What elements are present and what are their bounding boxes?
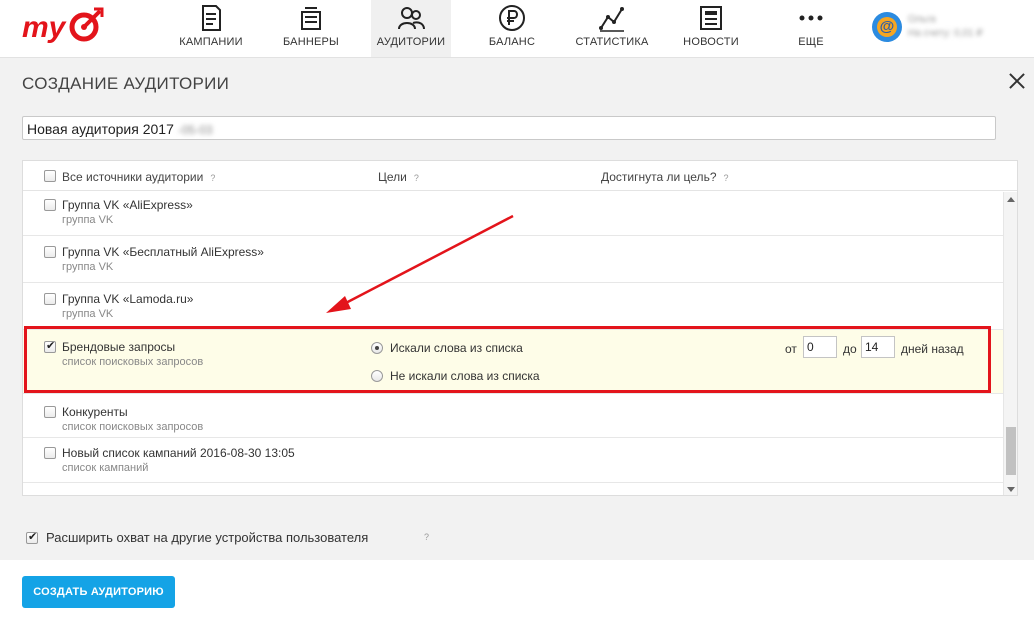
audience-name-suffix: -05-03: [177, 123, 213, 137]
period-suffix: дней назад: [901, 342, 964, 356]
audience-sources-table: Все источники аудитории? Цели? Достигнут…: [22, 160, 1018, 496]
audience-name-value: Новая аудитория 2017: [27, 121, 174, 137]
campaigns-icon: [202, 5, 221, 31]
header-goals: Цели?: [378, 170, 419, 184]
nav-label: БАННЕРЫ: [282, 36, 339, 48]
table-header: Все источники аудитории? Цели? Достигнут…: [23, 161, 1017, 191]
radio-searched-label: Искали слова из списка: [390, 341, 523, 355]
row-title: Группа VK «Lamoda.ru»: [62, 292, 194, 306]
nav-audiences[interactable]: АУДИТОРИИ: [371, 0, 451, 57]
row-title: Группа VK «Бесплатный AliExpress»: [62, 245, 264, 259]
audiences-icon: [398, 7, 425, 30]
row-title: Конкуренты: [62, 405, 128, 419]
help-icon[interactable]: ?: [210, 173, 215, 183]
top-navigation: my КАМПАНИИ БАННЕРЫ АУДИТОРИИ БАЛАНС СТА…: [0, 0, 1034, 58]
help-icon[interactable]: ?: [424, 532, 429, 542]
table-row[interactable]: Конкуренты список поисковых запросов: [23, 394, 1003, 438]
scroll-thumb[interactable]: [1006, 427, 1016, 475]
nav-label: НОВОСТИ: [683, 36, 739, 48]
table-row[interactable]: Группа VK «Lamoda.ru» группа VK: [23, 283, 1003, 330]
row-subtitle: группа VK: [62, 308, 114, 320]
row-title: Брендовые запросы: [62, 340, 176, 354]
scroll-up-icon[interactable]: [1007, 197, 1015, 202]
nav-label: СТАТИСТИКА: [575, 36, 649, 48]
header-goal-reached: Достигнута ли цель??: [601, 170, 729, 184]
row-checkbox[interactable]: [44, 406, 56, 418]
nav-label: КАМПАНИИ: [179, 36, 243, 48]
nav-label: ЕЩЕ: [798, 36, 824, 48]
table-body: Группа VK «AliExpress» группа VK Группа …: [23, 192, 1003, 495]
nav-banners[interactable]: БАННЕРЫ: [275, 0, 347, 57]
ruble-icon: [499, 5, 525, 31]
expand-devices-checkbox[interactable]: [26, 530, 38, 544]
expand-devices-label: Расширить охват на другие устройства пол…: [46, 530, 369, 545]
svg-text:my: my: [22, 11, 67, 44]
row-subtitle: группа VK: [62, 214, 114, 226]
row-subtitle: список поисковых запросов: [62, 356, 204, 368]
audience-name-input[interactable]: Новая аудитория 2017 -05-03: [22, 116, 996, 140]
table-row[interactable]: Новый список кампаний 2016-08-30 13:05 с…: [23, 438, 1003, 483]
row-subtitle: список поисковых запросов: [62, 421, 204, 433]
row-checkbox[interactable]: [44, 246, 56, 258]
create-audience-button[interactable]: СОЗДАТЬ АУДИТОРИЮ: [22, 576, 175, 608]
page-title: СОЗДАНИЕ АУДИТОРИИ: [22, 74, 230, 93]
radio-searched[interactable]: [371, 342, 383, 354]
table-row[interactable]: Группа VK «Бесплатный AliExpress» группа…: [23, 236, 1003, 283]
select-all-checkbox[interactable]: [44, 170, 56, 182]
nav-balance[interactable]: БАЛАНС: [482, 0, 542, 57]
period-to-input[interactable]: 14: [861, 336, 895, 358]
row-subtitle: группа VK: [62, 261, 114, 273]
header-sources: Все источники аудитории?: [62, 170, 216, 184]
help-icon[interactable]: ?: [724, 173, 729, 183]
mytarget-logo[interactable]: my: [22, 5, 106, 49]
account-menu[interactable]: @ Ольга На счету: 0,01 ₽: [872, 12, 1032, 44]
table-scrollbar[interactable]: [1003, 192, 1017, 495]
row-checkbox[interactable]: [44, 447, 56, 459]
news-icon: [700, 6, 722, 30]
table-row[interactable]: Группа VK «AliExpress» группа VK: [23, 192, 1003, 236]
row-title: Группа VK «AliExpress»: [62, 198, 193, 212]
mail-icon: @: [872, 12, 902, 42]
nav-more[interactable]: ЕЩЕ: [786, 0, 836, 57]
radio-not-searched[interactable]: [371, 370, 383, 382]
help-icon[interactable]: ?: [414, 173, 419, 183]
row-checkbox[interactable]: [44, 293, 56, 305]
scroll-down-icon[interactable]: [1007, 487, 1015, 492]
row-checkbox[interactable]: [44, 339, 56, 353]
nav-statistics[interactable]: СТАТИСТИКА: [572, 0, 652, 57]
period-from-label: от: [785, 342, 797, 356]
account-name: Ольга: [908, 14, 936, 25]
nav-campaigns[interactable]: КАМПАНИИ: [171, 0, 251, 57]
period-to-label: до: [843, 342, 857, 356]
row-checkbox[interactable]: [44, 199, 56, 211]
nav-label: АУДИТОРИИ: [376, 36, 446, 48]
period-from-input[interactable]: 0: [803, 336, 837, 358]
nav-label: БАЛАНС: [488, 36, 536, 48]
nav-news[interactable]: НОВОСТИ: [679, 0, 743, 57]
close-icon[interactable]: [1006, 70, 1028, 92]
account-balance: На счету: 0,01 ₽: [908, 28, 983, 39]
radio-not-searched-label: Не искали слова из списка: [390, 369, 540, 383]
table-row-selected[interactable]: Брендовые запросы список поисковых запро…: [23, 330, 1003, 394]
banners-icon: [301, 7, 321, 30]
row-subtitle: список кампаний: [62, 462, 149, 474]
more-icon: [799, 15, 823, 21]
row-title: Новый список кампаний 2016-08-30 13:05: [62, 446, 295, 460]
statistics-icon: [599, 7, 624, 32]
